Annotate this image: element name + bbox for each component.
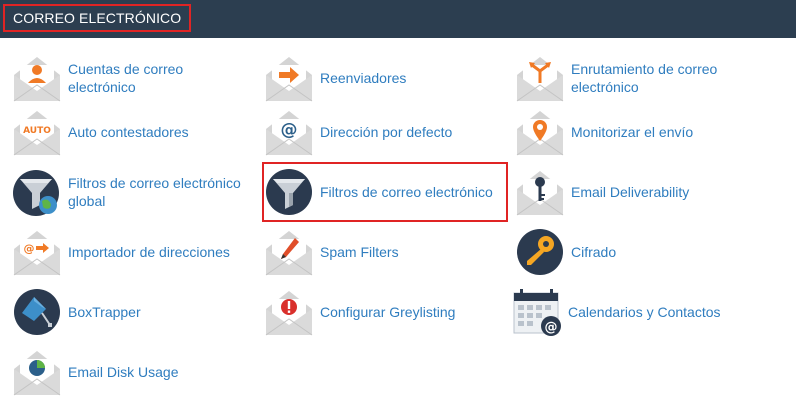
warning-envelope-icon (265, 291, 313, 336)
item-label: Cifrado (571, 244, 617, 260)
key-envelope-icon (516, 171, 564, 216)
item-label: Spam Filters (320, 244, 399, 260)
item-email-deliverability[interactable]: Email Deliverability (515, 164, 689, 220)
item-label: Enrutamiento de correo electrónico (571, 61, 718, 95)
item-label: Dirección por defecto (320, 124, 453, 140)
item-autoresponders[interactable]: AUTO Auto contestadores (12, 104, 189, 160)
item-encryption[interactable]: Cifrado (515, 224, 616, 280)
pie-chart-envelope-icon (13, 351, 61, 396)
pencil-envelope-icon (265, 231, 313, 276)
item-boxtrapper[interactable]: BoxTrapper (12, 284, 141, 340)
item-calendars-contacts[interactable]: @ Calendarios y Contactos (512, 284, 721, 340)
item-label: Configurar Greylisting (320, 304, 456, 320)
item-track-delivery[interactable]: Monitorizar el envío (515, 104, 693, 160)
item-global-email-filters[interactable]: Filtros de correo electrónico global (12, 164, 258, 220)
encryption-key-icon (517, 229, 563, 275)
item-label: Email Deliverability (571, 184, 690, 200)
item-address-importer[interactable]: @ Importador de direcciones (12, 224, 230, 280)
item-forwarders[interactable]: Reenviadores (264, 50, 406, 106)
routing-envelope-icon (516, 57, 564, 102)
item-label: Importador de direcciones (68, 244, 230, 260)
location-pin-envelope-icon (516, 111, 564, 156)
item-label: Cuentas de correo electrónico (68, 61, 184, 95)
section-header: CORREO ELECTRÓNICO (0, 0, 796, 38)
item-email-filters[interactable]: Filtros de correo electrónico (262, 162, 508, 222)
at-envelope-icon: @ (265, 111, 313, 156)
global-filter-icon (13, 170, 59, 216)
item-email-disk-usage[interactable]: Email Disk Usage (12, 344, 178, 400)
item-label: Filtros de correo electrónico (320, 184, 493, 200)
section-title: CORREO ELECTRÓNICO (3, 4, 192, 32)
item-spam-filters[interactable]: Spam Filters (264, 224, 399, 280)
user-envelope-icon (13, 57, 61, 102)
svg-text:@: @ (24, 242, 35, 255)
email-section: CORREO ELECTRÓNICO Cuentas de correo ele… (0, 0, 796, 410)
item-label: Filtros de correo electrónico global (68, 175, 241, 209)
import-envelope-icon: @ (13, 231, 61, 276)
auto-envelope-icon: AUTO (13, 111, 61, 156)
boxtrapper-icon (14, 289, 60, 335)
item-label: Email Disk Usage (68, 364, 179, 380)
item-label: Calendarios y Contactos (568, 304, 721, 320)
item-label: Auto contestadores (68, 124, 189, 140)
item-label: Monitorizar el envío (571, 124, 694, 140)
svg-text:@: @ (545, 320, 558, 335)
feature-grid: Cuentas de correo electrónico Reenviador… (0, 38, 796, 410)
item-label: Reenviadores (320, 70, 407, 86)
auto-badge: AUTO (23, 126, 51, 136)
item-configure-greylisting[interactable]: Configurar Greylisting (264, 284, 455, 340)
item-email-accounts[interactable]: Cuentas de correo electrónico (12, 50, 228, 106)
svg-text:@: @ (281, 120, 298, 140)
item-label: BoxTrapper (68, 304, 141, 320)
filter-funnel-icon (266, 169, 312, 215)
item-email-routing[interactable]: Enrutamiento de correo electrónico (515, 50, 751, 106)
forward-arrow-envelope-icon (265, 57, 313, 102)
item-default-address[interactable]: @ Dirección por defecto (264, 104, 452, 160)
calendar-contacts-icon: @ (513, 289, 561, 336)
